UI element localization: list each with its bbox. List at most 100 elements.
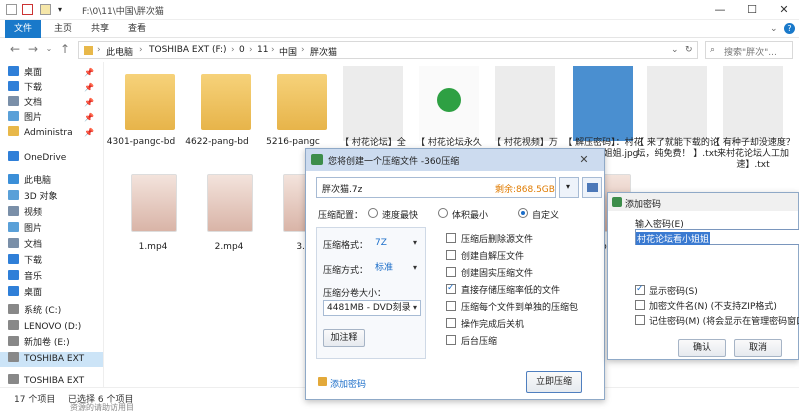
config-option[interactable]: 速度最快 xyxy=(382,208,418,221)
nav-item[interactable]: 视频 xyxy=(8,206,42,221)
config-radio-selected[interactable] xyxy=(518,208,528,218)
config-option[interactable]: 自定义 xyxy=(532,208,559,221)
chevron-down-icon[interactable]: ⌄ xyxy=(770,24,778,34)
cancel-button[interactable]: 取消 xyxy=(734,339,782,357)
back-arrow-icon[interactable]: ← xyxy=(8,42,22,56)
config-radio[interactable] xyxy=(438,208,448,218)
file-item[interactable]: 【 解压密码】：村花论坛看小姐姐.jpg xyxy=(563,62,645,159)
nav-item[interactable]: 此电脑 xyxy=(8,174,51,189)
breadcrumb[interactable]: 胖次猫 xyxy=(310,45,337,58)
breadcrumb[interactable]: 此电脑 xyxy=(106,45,133,58)
password-option-label[interactable]: 记住密码(M) (将会显示在管理密码窗口中 xyxy=(649,314,799,327)
maximize-button[interactable]: ☐ xyxy=(744,2,760,18)
file-item[interactable]: 【 有种子却没速度？来村花论坛人工加速】.txt xyxy=(711,62,795,170)
close-button[interactable]: ✕ xyxy=(776,2,792,18)
option-checkbox[interactable] xyxy=(446,335,456,345)
file-name: 4622-pang-bd xyxy=(185,137,249,147)
nav-item[interactable]: 文档 xyxy=(8,96,42,111)
chevron-right-icon: › xyxy=(271,45,275,55)
up-arrow-icon[interactable]: ↑ xyxy=(58,42,72,56)
help-icon[interactable]: ? xyxy=(784,23,795,34)
file-item[interactable]: 2.mp4 xyxy=(201,174,257,254)
option-label[interactable]: 后台压缩 xyxy=(461,334,497,347)
breadcrumb[interactable]: 中国 xyxy=(279,45,297,58)
breadcrumb[interactable]: 11 xyxy=(257,45,268,55)
option-label[interactable]: 创建自解压文件 xyxy=(461,249,524,262)
dialog-title-bar[interactable]: 您将创建一个压缩文件 -360压缩 ✕ xyxy=(306,149,604,171)
password-option-label[interactable]: 显示密码(S) xyxy=(649,284,698,297)
add-comment-button[interactable]: 加注释 xyxy=(323,329,365,347)
option-label[interactable]: 创建固实压缩文件 xyxy=(461,266,533,279)
file-item[interactable]: 1.mp4 xyxy=(125,174,181,254)
close-icon[interactable]: ✕ xyxy=(576,152,592,168)
nav-item[interactable]: 下载 xyxy=(8,254,42,269)
file-item[interactable]: 5216-pangc xyxy=(257,62,335,148)
option-label[interactable]: 压缩后删除源文件 xyxy=(461,232,533,245)
breadcrumb[interactable]: TOSHIBA EXT (F:) xyxy=(149,45,227,55)
confirm-button[interactable]: 确认 xyxy=(678,339,726,357)
option-label[interactable]: 压缩每个文件到单独的压缩包 xyxy=(461,300,578,313)
password-option-checkbox[interactable] xyxy=(635,300,645,310)
file-item[interactable]: 【 来了就能下载的论坛，纯免费！ 】.txt xyxy=(635,62,719,159)
password-input[interactable]: 村花论坛看小姐姐 xyxy=(635,229,799,245)
nav-item[interactable]: 文档 xyxy=(8,238,42,253)
minimize-button[interactable]: — xyxy=(712,2,728,18)
password-option-checkbox[interactable] xyxy=(635,284,645,295)
option-checkbox[interactable] xyxy=(446,250,456,260)
search-input[interactable]: ⌕ 搜索"胖次"... xyxy=(705,41,793,59)
new-folder-icon[interactable] xyxy=(40,4,51,15)
tab-view[interactable]: 查看 xyxy=(119,20,155,38)
refresh-icon[interactable]: ↻ xyxy=(685,45,693,55)
nav-item[interactable]: 新加卷 (E:) xyxy=(8,336,70,351)
method-select[interactable]: 标准 ▾ xyxy=(371,260,421,276)
file-item[interactable]: 【 村花视频】万 xyxy=(489,62,567,148)
archive-path-input[interactable]: 胖次猫.7z 剩余:868.5GB xyxy=(316,177,556,198)
format-select[interactable]: 7Z ▾ xyxy=(371,235,421,251)
nav-item[interactable]: LENOVO (D:) xyxy=(8,320,81,335)
option-checkbox[interactable] xyxy=(446,233,456,243)
config-option[interactable]: 体积最小 xyxy=(452,208,488,221)
chevron-down-icon[interactable]: ⌄ xyxy=(671,45,679,55)
nav-item-icon xyxy=(8,336,19,346)
nav-item[interactable]: 系统 (C:) xyxy=(8,304,61,319)
tab-share[interactable]: 共享 xyxy=(82,20,118,38)
nav-item[interactable]: OneDrive xyxy=(8,151,66,166)
address-bar[interactable]: › 此电脑 › TOSHIBA EXT (F:) › 0 › 11 › 中国 ›… xyxy=(78,41,698,59)
password-dialog-title-bar[interactable]: 添加密码 xyxy=(608,193,798,211)
path-dropdown-button[interactable]: ▾ xyxy=(559,177,579,198)
breadcrumb[interactable]: 0 xyxy=(239,45,245,55)
option-checkbox[interactable] xyxy=(446,267,456,277)
option-label[interactable]: 操作完成后关机 xyxy=(461,317,524,330)
option-checkbox[interactable] xyxy=(446,318,456,328)
file-item[interactable]: 4301-pangc-bd xyxy=(105,62,183,148)
nav-item[interactable]: TOSHIBA EXT xyxy=(0,352,103,367)
file-item[interactable]: 【 村花论坛】全 xyxy=(337,62,415,148)
nav-item[interactable]: Administra xyxy=(8,126,73,141)
nav-item[interactable]: 3D 对象 xyxy=(8,190,58,205)
option-checkbox[interactable] xyxy=(446,283,456,294)
option-checkbox[interactable] xyxy=(446,301,456,311)
add-password-link[interactable]: 添加密码 xyxy=(330,377,366,390)
config-radio[interactable] xyxy=(368,208,378,218)
browse-folder-button[interactable] xyxy=(582,177,602,198)
compress-now-button[interactable]: 立即压缩 xyxy=(526,371,582,393)
file-item[interactable]: 【 村花论坛永久 xyxy=(413,62,491,148)
properties-icon[interactable] xyxy=(22,4,33,15)
tab-file[interactable]: 文件 xyxy=(5,20,42,38)
nav-item[interactable]: 桌面 xyxy=(8,286,42,301)
nav-item[interactable]: 图片 xyxy=(8,222,42,237)
nav-item[interactable]: 下载 xyxy=(8,81,42,96)
volume-select[interactable]: 4481MB - DVD刻录 ▾ xyxy=(323,300,421,316)
file-item[interactable]: 4622-pang-bd xyxy=(181,62,259,148)
password-option-label[interactable]: 加密文件名(N) (不支持ZIP格式) xyxy=(649,299,777,312)
nav-item[interactable]: 桌面 xyxy=(8,66,42,81)
password-option-checkbox[interactable] xyxy=(635,315,645,325)
folder-icon xyxy=(201,74,251,130)
tab-home[interactable]: 主页 xyxy=(45,20,81,38)
nav-item[interactable]: 音乐 xyxy=(8,270,42,285)
option-label[interactable]: 直接存储压缩率低的文件 xyxy=(461,283,560,296)
chevron-down-icon[interactable]: ⌄ xyxy=(42,42,56,56)
forward-arrow-icon[interactable]: → xyxy=(26,42,40,56)
nav-item[interactable]: 图片 xyxy=(8,111,42,126)
chevron-down-icon[interactable]: ▾ xyxy=(58,4,69,15)
